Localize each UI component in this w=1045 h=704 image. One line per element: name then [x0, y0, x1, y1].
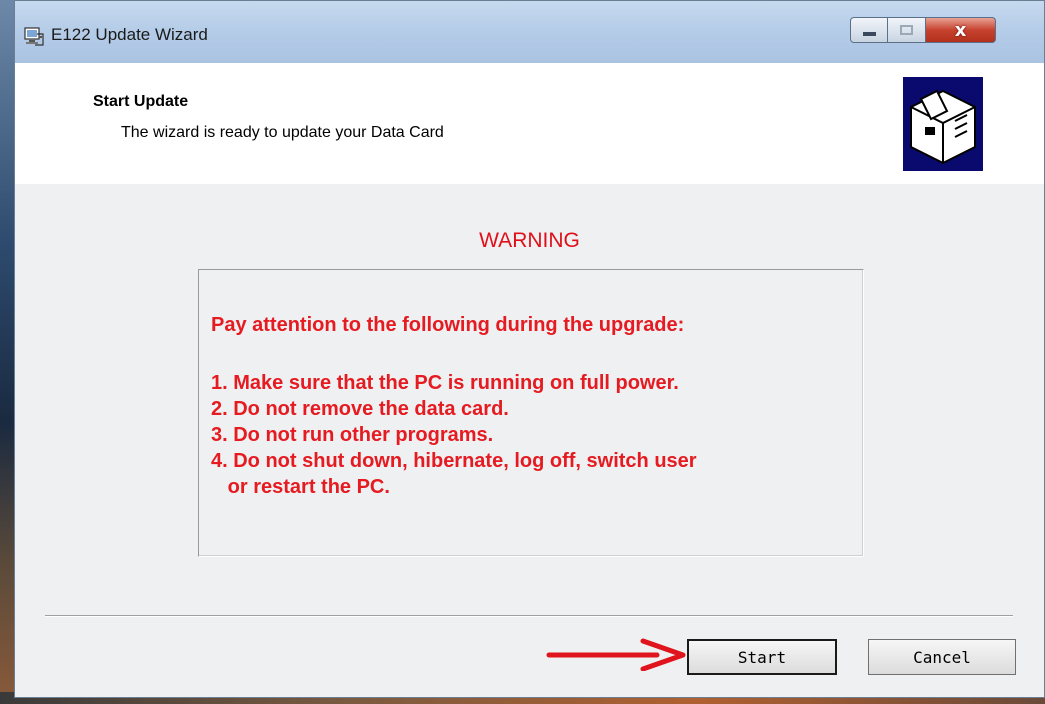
minimize-button[interactable]: [850, 17, 888, 43]
warning-intro: Pay attention to the following during th…: [211, 314, 685, 336]
maximize-icon: [900, 25, 913, 35]
warning-item: 3. Do not run other programs.: [211, 424, 494, 446]
wizard-header: Start Update The wizard is ready to upda…: [15, 63, 1044, 184]
start-button[interactable]: Start: [687, 639, 837, 675]
red-arrow-icon: [546, 638, 686, 671]
close-button[interactable]: x: [926, 17, 996, 43]
warning-item: 1. Make sure that the PC is running on f…: [211, 372, 679, 394]
warning-item: 4. Do not shut down, hibernate, log off,…: [211, 450, 697, 472]
page-title: Start Update: [93, 93, 189, 110]
warning-item: or restart the PC.: [211, 476, 390, 498]
page-subtitle: The wizard is ready to update your Data …: [121, 124, 444, 141]
close-icon: x: [954, 19, 967, 41]
title-bar[interactable]: E122 Update Wizard x: [15, 1, 1044, 63]
warning-item: 2. Do not remove the data card.: [211, 398, 509, 420]
install-box-icon: [903, 77, 983, 171]
warning-list: 1. Make sure that the PC is running on f…: [211, 370, 697, 500]
footer-divider: [45, 615, 1013, 617]
window-title: E122 Update Wizard: [51, 25, 208, 44]
desktop-background: [0, 0, 14, 704]
wizard-window: E122 Update Wizard x Start Update The wi…: [14, 0, 1045, 698]
cancel-button[interactable]: Cancel: [868, 639, 1016, 675]
computer-setup-icon: [24, 27, 44, 46]
maximize-button[interactable]: [888, 17, 926, 43]
warning-panel: Pay attention to the following during th…: [198, 269, 864, 557]
warning-heading: WARNING: [479, 229, 580, 252]
minimize-icon: [862, 32, 876, 36]
